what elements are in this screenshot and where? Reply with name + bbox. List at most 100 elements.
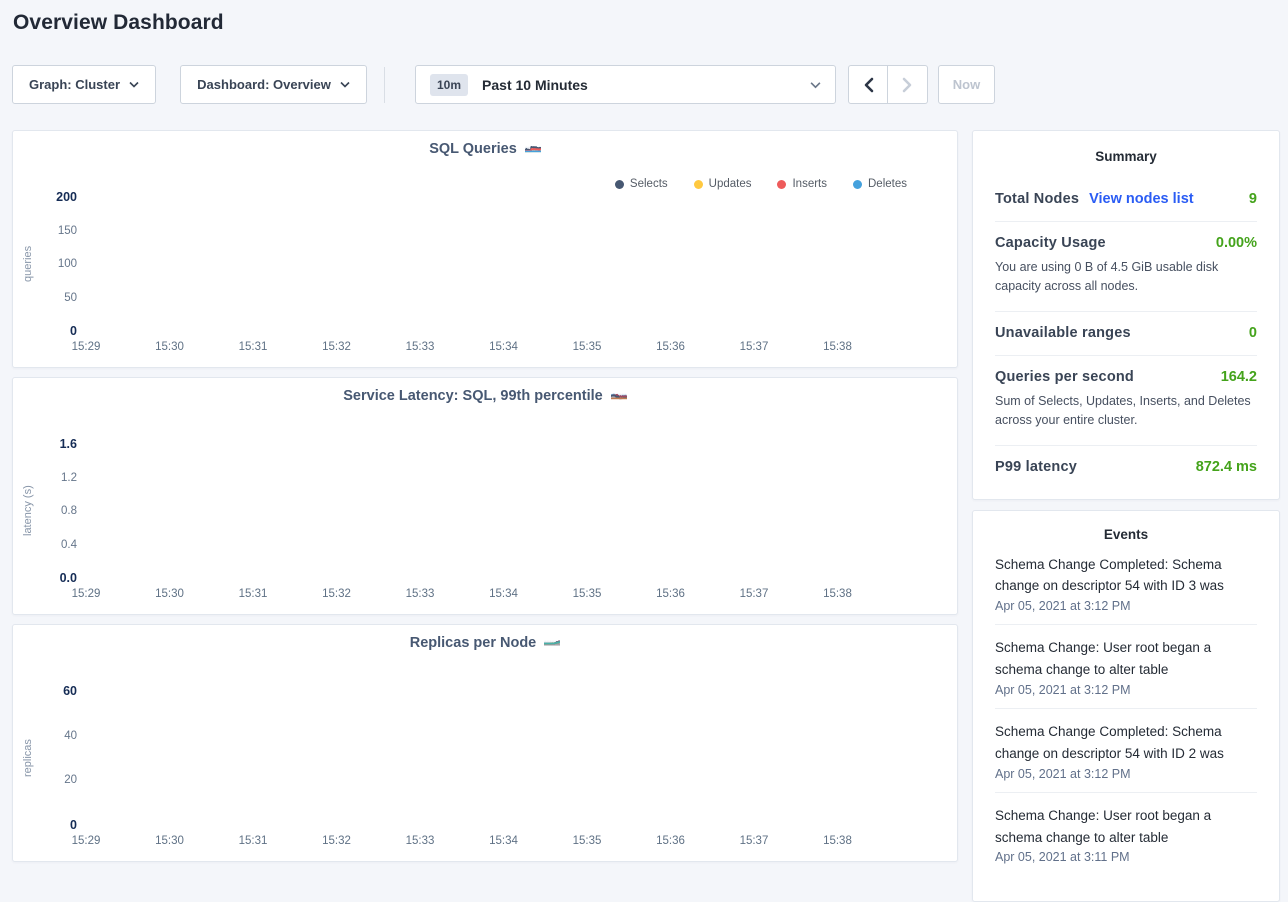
x-tick-label: 15:31: [239, 835, 268, 847]
summary-description: Sum of Selects, Updates, Inserts, and De…: [995, 392, 1257, 431]
x-tick-label: 15:32: [322, 341, 351, 353]
x-tick-label: 15:35: [573, 341, 602, 353]
summary-value: 872.4 ms: [1196, 459, 1257, 475]
toolbar-divider: [384, 67, 385, 103]
plot-area[interactable]: [86, 444, 907, 578]
now-button[interactable]: Now: [938, 65, 995, 104]
info-icon[interactable]: [611, 388, 627, 404]
summary-label: Total Nodes: [995, 191, 1079, 207]
x-tick-label: 15:30: [155, 835, 184, 847]
legend-item[interactable]: Deletes: [853, 178, 907, 190]
legend-dot: [853, 180, 862, 189]
x-tick-label: 15:30: [155, 341, 184, 353]
x-tick-label: 15:38: [823, 341, 852, 353]
y-axis-ticks: 6040200: [13, 691, 83, 825]
x-tick-label: 15:31: [239, 341, 268, 353]
summary-row: P99 latency 872.4 ms: [995, 446, 1257, 489]
summary-value: 164.2: [1221, 369, 1257, 385]
y-tick-label: 20: [64, 774, 77, 786]
time-prev-button[interactable]: [848, 65, 888, 104]
x-tick-label: 15:33: [406, 835, 435, 847]
summary-value: 0: [1249, 325, 1257, 341]
summary-title: Summary: [995, 149, 1257, 164]
sql-queries-chart-panel: SQL Queries Selects Updates Inserts Deletes…: [12, 130, 958, 368]
event-timestamp: Apr 05, 2021 at 3:12 PM: [995, 599, 1257, 613]
x-axis-ticks: 15:2915:3015:3115:3215:3315:3415:3515:36…: [86, 835, 907, 851]
summary-label: Unavailable ranges: [995, 325, 1131, 341]
summary-rows: Total Nodes View nodes list 9 Capacity U…: [995, 178, 1257, 489]
chart-title: Service Latency: SQL, 99th percentile: [343, 388, 603, 404]
event-timestamp: Apr 05, 2021 at 3:12 PM: [995, 683, 1257, 697]
summary-value: 9: [1249, 191, 1257, 207]
x-tick-label: 15:35: [573, 588, 602, 600]
summary-row: Queries per second 164.2 Sum of Selects,…: [995, 356, 1257, 446]
x-tick-label: 15:29: [72, 835, 101, 847]
legend-dot: [694, 180, 703, 189]
event-item[interactable]: Schema Change Completed: Schema change o…: [995, 709, 1257, 793]
chevron-right-icon: [902, 77, 913, 93]
chart-title: Replicas per Node: [410, 635, 537, 651]
plot-area[interactable]: [86, 197, 907, 331]
x-tick-label: 15:38: [823, 588, 852, 600]
x-tick-label: 15:32: [322, 588, 351, 600]
y-tick-label: 0: [70, 818, 77, 832]
graph-dropdown[interactable]: Graph: Cluster: [12, 65, 156, 104]
x-tick-label: 15:33: [406, 341, 435, 353]
legend-item[interactable]: Selects: [615, 178, 668, 190]
chart-legend: Selects Updates Inserts Deletes: [615, 178, 907, 190]
charts-column: SQL Queries Selects Updates Inserts Deletes…: [12, 130, 958, 871]
toolbar: Graph: Cluster Dashboard: Overview 10m P…: [0, 65, 1288, 105]
y-tick-label: 0: [70, 324, 77, 338]
x-tick-label: 15:38: [823, 835, 852, 847]
event-message: Schema Change: User root began a schema …: [995, 637, 1257, 681]
summary-panel: Summary Total Nodes View nodes list 9 Ca…: [972, 130, 1280, 500]
summary-row: Unavailable ranges 0: [995, 312, 1257, 356]
legend-dot: [777, 180, 786, 189]
plot-area[interactable]: [86, 691, 907, 825]
legend-item[interactable]: Updates: [694, 178, 752, 190]
x-tick-label: 15:37: [740, 341, 769, 353]
x-tick-label: 15:32: [322, 835, 351, 847]
y-tick-label: 60: [63, 684, 77, 698]
legend-item[interactable]: Inserts: [777, 178, 827, 190]
info-icon[interactable]: [525, 141, 541, 157]
time-range-badge: 10m: [430, 74, 468, 96]
chevron-down-icon: [340, 81, 350, 88]
time-nav-group: [848, 65, 928, 104]
event-message: Schema Change Completed: Schema change o…: [995, 721, 1257, 765]
chevron-down-icon: [129, 81, 139, 88]
events-title: Events: [995, 527, 1257, 542]
event-item[interactable]: Schema Change: User root began a schema …: [995, 793, 1257, 876]
x-tick-label: 15:29: [72, 588, 101, 600]
y-tick-label: 150: [58, 225, 77, 237]
x-tick-label: 15:37: [740, 835, 769, 847]
events-panel: Events Schema Change Completed: Schema c…: [972, 510, 1280, 902]
x-tick-label: 15:30: [155, 588, 184, 600]
y-axis-ticks: 200150100500: [13, 197, 83, 331]
time-range-picker[interactable]: 10m Past 10 Minutes: [415, 65, 836, 104]
x-tick-label: 15:35: [573, 835, 602, 847]
dashboard-dropdown[interactable]: Dashboard: Overview: [180, 65, 367, 104]
x-tick-label: 15:36: [656, 835, 685, 847]
event-message: Schema Change Completed: Schema change o…: [995, 554, 1257, 598]
y-tick-label: 0.4: [61, 539, 77, 551]
replicas-per-node-chart-panel: Replicas per Node replicas 6040200 15:29…: [12, 624, 958, 862]
y-tick-label: 200: [56, 190, 77, 204]
service-latency-chart-panel: Service Latency: SQL, 99th percentile la…: [12, 377, 958, 615]
event-item[interactable]: Schema Change: User root began a schema …: [995, 625, 1257, 709]
chevron-left-icon: [863, 77, 874, 93]
time-next-button[interactable]: [888, 65, 928, 104]
event-item[interactable]: Schema Change Completed: Schema change o…: [995, 542, 1257, 626]
summary-label: Capacity Usage: [995, 235, 1106, 251]
x-axis-ticks: 15:2915:3015:3115:3215:3315:3415:3515:36…: [86, 341, 907, 357]
event-timestamp: Apr 05, 2021 at 3:12 PM: [995, 767, 1257, 781]
summary-link[interactable]: View nodes list: [1089, 191, 1194, 207]
chart-title: SQL Queries: [429, 141, 517, 157]
x-tick-label: 15:37: [740, 588, 769, 600]
time-range-label: Past 10 Minutes: [482, 77, 588, 93]
y-tick-label: 100: [58, 258, 77, 270]
info-icon[interactable]: [544, 635, 560, 651]
dashboard-dropdown-label: Dashboard: Overview: [197, 77, 331, 92]
x-axis-ticks: 15:2915:3015:3115:3215:3315:3415:3515:36…: [86, 588, 907, 604]
y-tick-label: 1.6: [60, 437, 77, 451]
